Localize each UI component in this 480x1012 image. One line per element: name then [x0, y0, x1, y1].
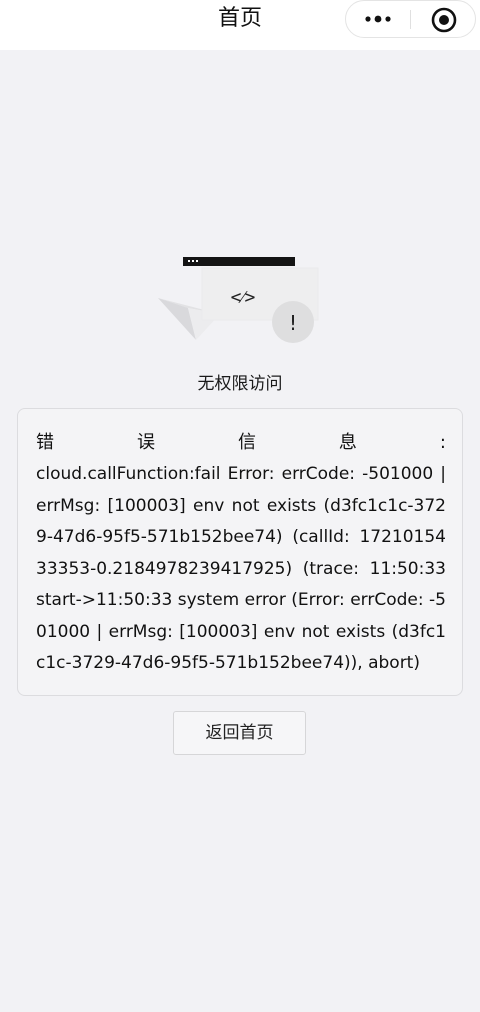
navigation-bar: 首页 — [0, 0, 480, 50]
code-symbol: <⁄> — [231, 287, 256, 308]
mini-program-capsule — [345, 0, 476, 38]
error-label-char: 息 — [338, 432, 357, 453]
error-label-char: : — [439, 432, 446, 453]
error-label: 错 误 信 息 : — [36, 427, 446, 459]
error-message: cloud.callFunction:fail Error: errCode: … — [36, 464, 446, 673]
alert-symbol: ! — [289, 311, 297, 335]
error-label-char: 错 — [36, 432, 54, 453]
capsule-divider — [410, 10, 411, 29]
error-label-char: 信 — [237, 432, 256, 453]
no-permission-illustration: <⁄> ! — [158, 257, 319, 343]
status-message: 无权限访问 — [197, 374, 283, 394]
close-circle-icon[interactable] — [430, 6, 458, 34]
error-card: 错 误 信 息 : cloud.callFunction:fail Error:… — [17, 408, 463, 696]
back-home-button[interactable]: 返回首页 — [173, 711, 306, 755]
more-dots-icon[interactable] — [363, 12, 393, 26]
error-label-char: 误 — [136, 432, 155, 453]
